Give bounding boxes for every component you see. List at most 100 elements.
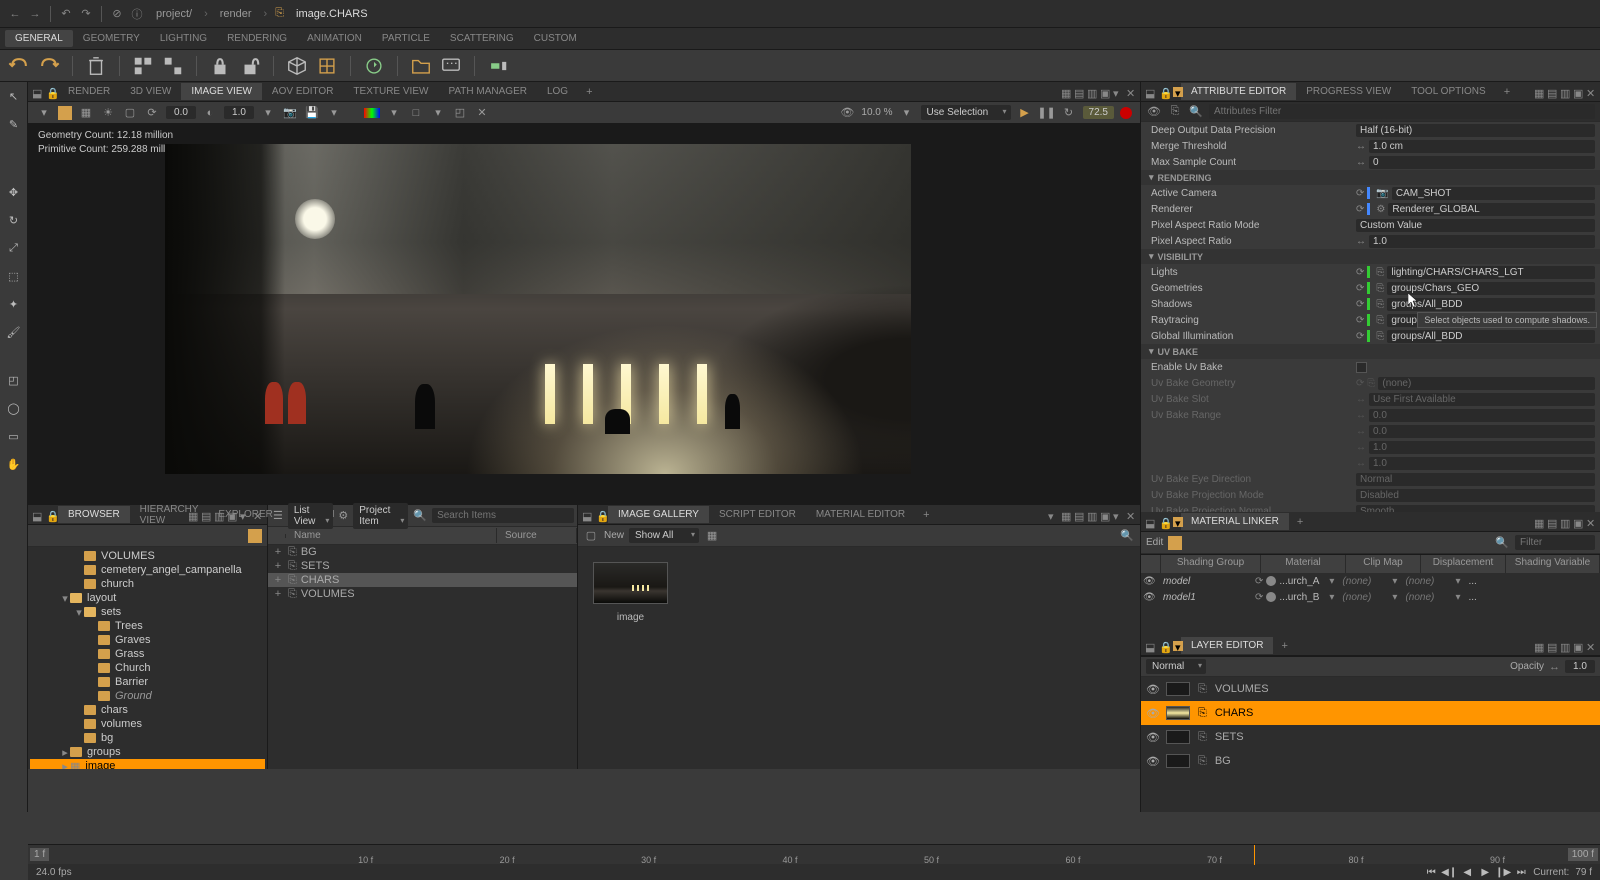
layer-sel-icon[interactable]: ▾: [1173, 641, 1183, 651]
browser-tree[interactable]: VOLUMEScemetery_angel_campanellachurch▾l…: [28, 547, 267, 769]
move-tool-icon[interactable]: ✥: [5, 183, 23, 201]
layer-lock-icon[interactable]: 🔒: [1159, 641, 1169, 651]
layer-grid-icon[interactable]: ▦: [1534, 641, 1544, 651]
gallery-view-icon[interactable]: ▦: [704, 528, 720, 544]
pin-icon[interactable]: ⬓: [32, 87, 42, 97]
channel-grid-icon[interactable]: ▦: [78, 105, 94, 121]
material-row[interactable]: 👁model⟳...urch_A▾(none)▾(none)▾...: [1141, 573, 1600, 589]
tree-item[interactable]: bg: [30, 731, 265, 745]
mat-sel-icon[interactable]: ▾: [1173, 517, 1183, 527]
section-rendering[interactable]: ▾RENDERING: [1141, 170, 1600, 185]
gallery-max-icon[interactable]: ▣: [1100, 510, 1110, 520]
attr-sel-icon[interactable]: ▾: [1173, 87, 1183, 97]
mat-col-sv[interactable]: Shading Variable: [1506, 555, 1600, 573]
attr-geo-value[interactable]: groups/Chars_GEO: [1387, 282, 1595, 295]
mat-opt-icon[interactable]: [1168, 536, 1182, 550]
attr-lights-value[interactable]: lighting/CHARS/CHARS_LGT: [1387, 266, 1595, 279]
mat-col-clip[interactable]: Clip Map: [1346, 555, 1421, 573]
breadcrumb-image[interactable]: image.CHARS: [292, 6, 372, 22]
layout-vsplit-icon[interactable]: ▥: [1087, 87, 1097, 97]
menu-custom[interactable]: CUSTOM: [524, 30, 587, 47]
tree-item[interactable]: chars: [30, 703, 265, 717]
tree-item[interactable]: ▾layout: [30, 591, 265, 605]
gallery-pin-icon[interactable]: ⬓: [582, 510, 592, 520]
rotate-tool-icon[interactable]: ↻: [5, 211, 23, 229]
attr-vis-icon[interactable]: 👁: [1146, 104, 1162, 120]
browser-grid-icon[interactable]: ▦: [188, 510, 198, 520]
layer-blend-dropdown[interactable]: Normal: [1146, 659, 1206, 674]
goto-end-icon[interactable]: ⏭: [1515, 866, 1527, 878]
step-back-icon[interactable]: ◀❙: [1443, 866, 1455, 878]
mat-edit-label[interactable]: Edit: [1146, 537, 1163, 548]
tab-material-editor[interactable]: MATERIAL EDITOR: [806, 506, 915, 523]
layer-max-icon[interactable]: ▣: [1573, 641, 1583, 651]
attr-filter-input[interactable]: [1209, 104, 1595, 119]
paint-tool-icon[interactable]: 🖌: [5, 323, 23, 341]
group-button[interactable]: [162, 55, 184, 77]
breadcrumb-render[interactable]: render: [216, 6, 256, 22]
play-back-icon[interactable]: ◀: [1461, 866, 1473, 878]
mat-vsplit-icon[interactable]: ▥: [1560, 517, 1570, 527]
goto-start-icon[interactable]: ⏮: [1425, 866, 1437, 878]
browser-split-icon[interactable]: ▤: [201, 510, 211, 520]
render-viewport[interactable]: Geometry Count: 12.18 million Primitive …: [28, 124, 1140, 504]
browser-close-icon[interactable]: ✕: [253, 510, 263, 520]
shuffle-icon[interactable]: ✕: [474, 105, 490, 121]
list-view-dropdown[interactable]: List View: [288, 503, 334, 529]
tree-item[interactable]: Graves: [30, 633, 265, 647]
attr-camera-value[interactable]: CAM_SHOT: [1392, 187, 1595, 200]
layout-max-icon[interactable]: ▣: [1100, 87, 1110, 97]
hand-tool-icon[interactable]: ✋: [5, 455, 23, 473]
mat-lock-icon[interactable]: 🔒: [1159, 517, 1169, 527]
tab-gallery[interactable]: IMAGE GALLERY: [608, 506, 709, 523]
selection-mode-dropdown[interactable]: Use Selection: [921, 105, 1011, 120]
gallery-zoom-icon[interactable]: 🔍: [1119, 528, 1135, 544]
gallery-tab-add[interactable]: +: [915, 506, 937, 524]
attr-enableuv-checkbox[interactable]: [1356, 362, 1367, 373]
tree-item[interactable]: Ground: [30, 689, 265, 703]
exposure-icon[interactable]: ☀: [100, 105, 116, 121]
pause-render-icon[interactable]: ❚❚: [1039, 105, 1055, 121]
mat-close-icon[interactable]: ✕: [1586, 517, 1596, 527]
snap-button[interactable]: [316, 55, 338, 77]
tab-textureview[interactable]: TEXTURE VIEW: [343, 83, 438, 100]
opt-icon[interactable]: ▾: [326, 105, 342, 121]
attr-lock-icon[interactable]: 🔒: [1159, 87, 1169, 97]
tab-script[interactable]: SCRIPT EDITOR: [709, 506, 806, 523]
mat-col-disp[interactable]: Displacement: [1421, 555, 1506, 573]
attr-pixmode-value[interactable]: Custom Value: [1356, 219, 1595, 232]
refresh-render-icon[interactable]: ↻: [1061, 105, 1077, 121]
tab-attr-editor[interactable]: ATTRIBUTE EDITOR: [1181, 83, 1296, 100]
tab-browser[interactable]: BROWSER: [58, 506, 130, 523]
list-item[interactable]: +⎘VOLUMES: [268, 587, 577, 601]
list-type-dropdown[interactable]: Project Item: [353, 503, 408, 529]
fit-icon[interactable]: ▾: [36, 105, 52, 121]
time-ruler[interactable]: 1 f 100 f 10 f20 f30 f40 f50 f60 f70 f80…: [28, 845, 1600, 864]
gamma-value[interactable]: 1.0: [224, 106, 254, 119]
layer-vsplit-icon[interactable]: ▥: [1560, 641, 1570, 651]
tree-item[interactable]: church: [30, 577, 265, 591]
list-item[interactable]: +⎘CHARS: [268, 573, 577, 587]
tree-item[interactable]: ▸▦image: [30, 759, 265, 769]
gallery-lock-icon[interactable]: 🔒: [596, 510, 606, 520]
panel-close-icon[interactable]: ✕: [1126, 87, 1136, 97]
tab-tool-options[interactable]: TOOL OPTIONS: [1401, 83, 1495, 100]
menu-lighting[interactable]: LIGHTING: [150, 30, 217, 47]
step-fwd-icon[interactable]: ❙▶: [1497, 866, 1509, 878]
zoom-menu-icon[interactable]: ▾: [899, 105, 915, 121]
ruler-icon[interactable]: ▾: [260, 105, 276, 121]
nav-info-icon[interactable]: ⓘ: [129, 6, 145, 22]
section-uvbake[interactable]: ▾UV BAKE: [1141, 344, 1600, 359]
menu-animation[interactable]: ANIMATION: [297, 30, 372, 47]
circle-tool-icon[interactable]: ◯: [5, 399, 23, 417]
time-start[interactable]: 1 f: [30, 848, 49, 861]
gallery-split-icon[interactable]: ▤: [1074, 510, 1084, 520]
tree-item[interactable]: Trees: [30, 619, 265, 633]
gallery-grid-icon[interactable]: ▦: [1061, 510, 1071, 520]
tab-log[interactable]: LOG: [537, 83, 578, 100]
layer-close-icon[interactable]: ✕: [1586, 641, 1596, 651]
exposure-value[interactable]: 0.0: [166, 106, 196, 119]
attr-max-icon[interactable]: ▣: [1573, 87, 1583, 97]
mat-pin-icon[interactable]: ⬓: [1145, 517, 1155, 527]
cube-button[interactable]: [286, 55, 308, 77]
